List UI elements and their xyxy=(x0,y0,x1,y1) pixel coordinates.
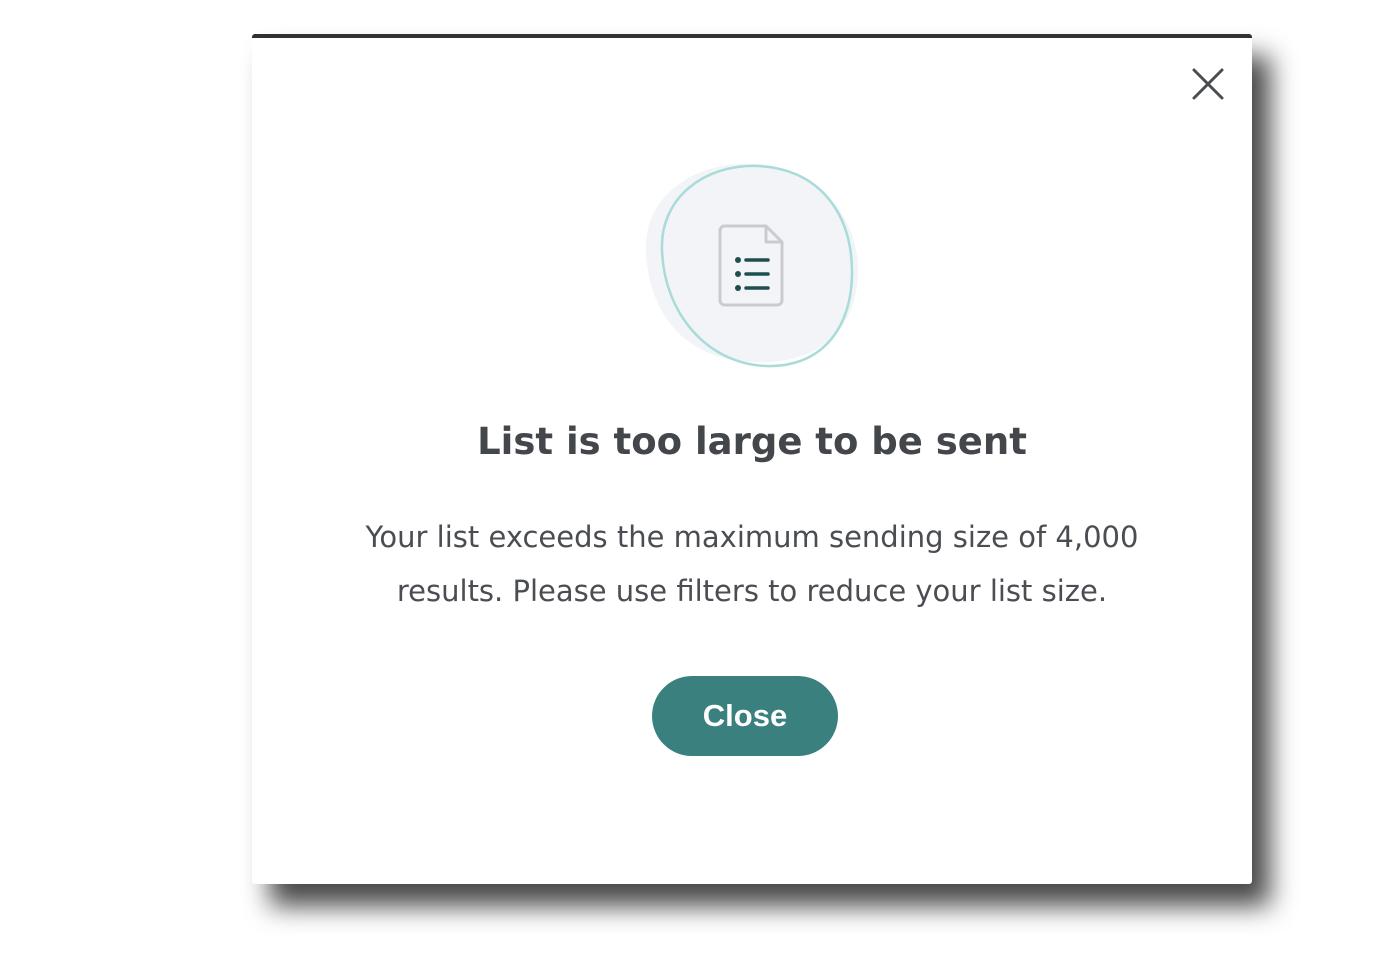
dialog-message: Your list exceeds the maximum sending si… xyxy=(365,520,1139,608)
page-background: List is too large to be sent Your list e… xyxy=(0,0,1392,958)
close-icon[interactable] xyxy=(1190,66,1226,102)
illustration xyxy=(638,154,866,370)
dialog-title: List is too large to be sent xyxy=(477,420,1027,463)
close-button[interactable]: Close xyxy=(652,676,838,756)
list-too-large-dialog: List is too large to be sent Your list e… xyxy=(252,34,1252,884)
document-list-icon xyxy=(718,224,784,307)
